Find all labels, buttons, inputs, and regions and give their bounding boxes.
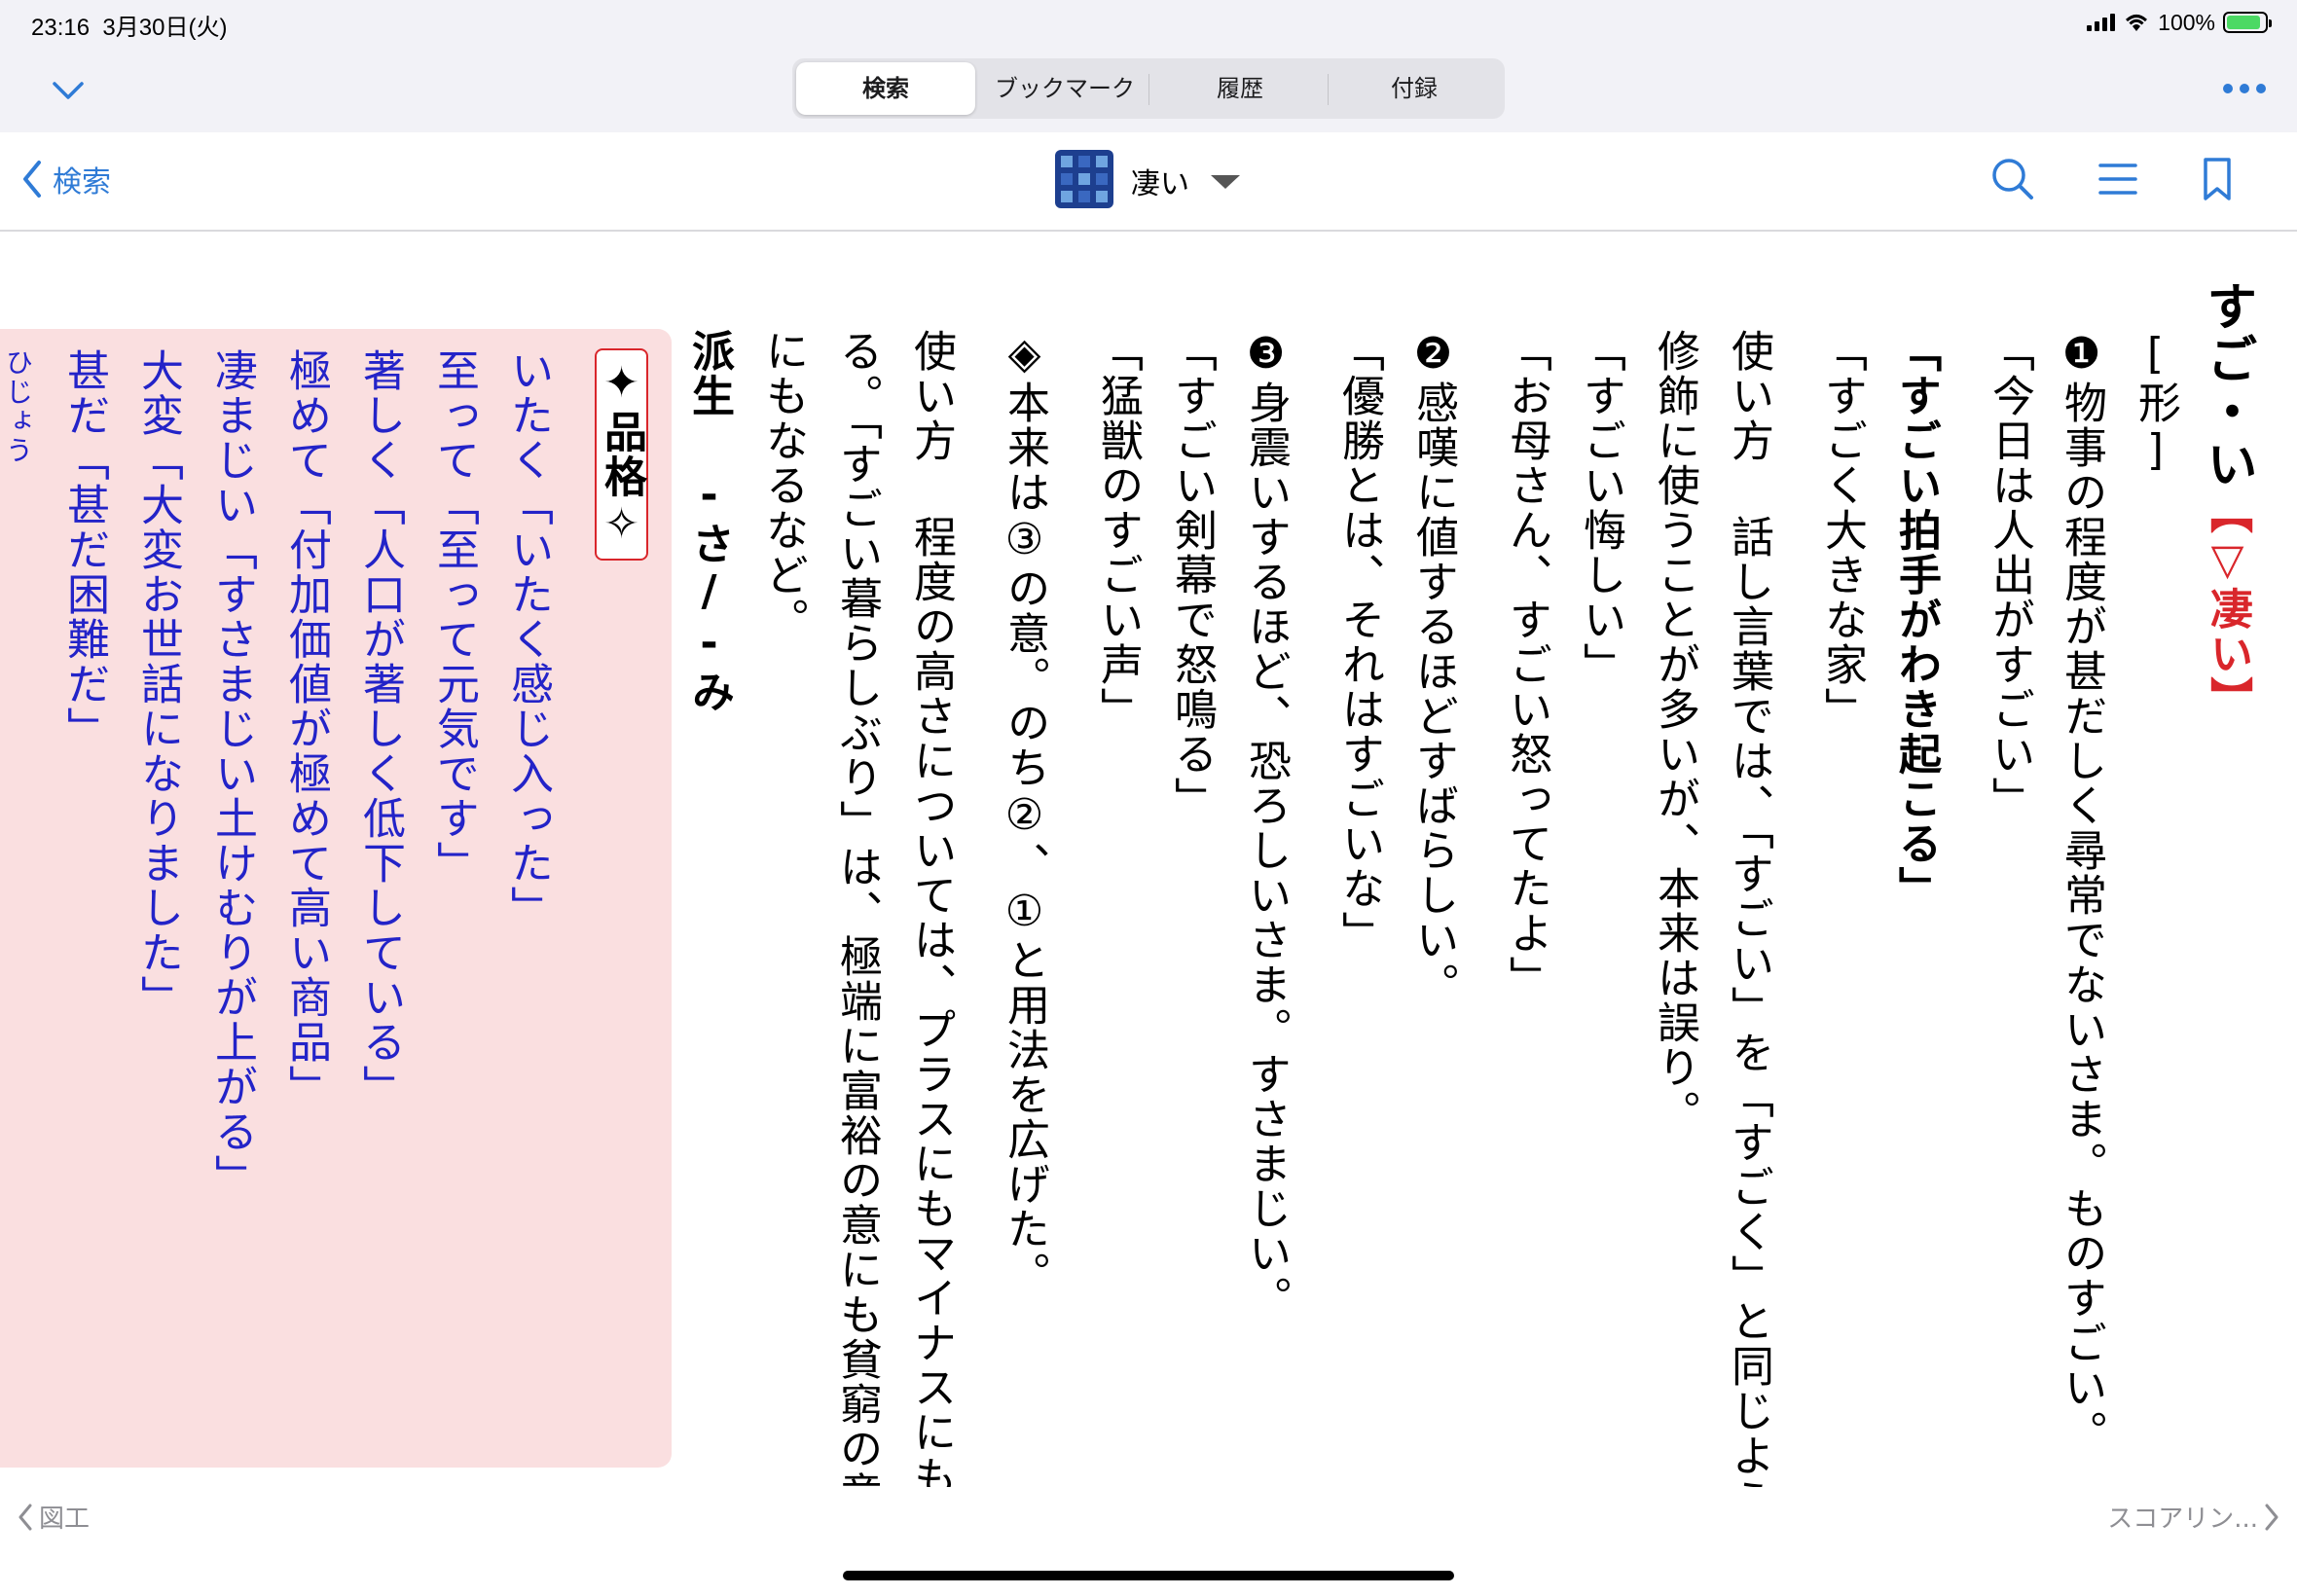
hinkaku-item[interactable]: 大変「大変お世話になりました」 <box>121 348 195 1020</box>
example: 「すごい悔しい」 <box>1576 329 1625 687</box>
hinkaku-item[interactable]: ひじょう <box>0 348 55 465</box>
cellular-icon <box>2087 14 2116 31</box>
example: 「お母さん、すごい怒ってたよ」 <box>1502 329 1551 1000</box>
battery-icon <box>2223 12 2272 33</box>
segment-divider <box>1148 74 1149 105</box>
hinkaku-item[interactable]: 著しく「人口が著しく低下している」 <box>343 348 417 1109</box>
example: 「すごい拍手がわき起こる」 <box>1891 329 1941 911</box>
headword: すご・い【▽凄い】 <box>2198 280 2256 721</box>
example: 「すごく大きな家」 <box>1817 329 1867 732</box>
tab-search[interactable]: 検索 <box>796 62 975 115</box>
chevron-right-icon <box>2265 1504 2279 1530</box>
back-label: 検索 <box>53 165 111 200</box>
list-icon[interactable] <box>2091 152 2145 206</box>
usage-note-cont: 修飾に使うことが多いが、本来は誤り。 <box>1650 329 1699 1135</box>
entry-content: すご・い【▽凄い】 [形] ❶物事の程度が甚だしく尋常でないさま。ものすごい。 … <box>0 232 2297 1487</box>
usage-note: 使い方 程度の高さについては、プラスにもマイナスにも評価す <box>906 329 956 1487</box>
top-toolbar: 検索 ブックマーク 履歴 付録 <box>0 49 2297 132</box>
status-indicators: 100% <box>2087 8 2272 37</box>
prev-entry-link[interactable]: 図工 <box>18 1499 90 1535</box>
sense-3: ❸身震いするほど、恐ろしいさま。すさまじい。 <box>1241 329 1291 1321</box>
tab-history[interactable]: 履歴 <box>1152 62 1328 115</box>
chevron-left-icon <box>18 1504 32 1530</box>
hinkaku-item[interactable]: いたく「いたく感じ入った」 <box>491 348 565 930</box>
hinkaku-item[interactable]: 甚だ「甚だ困難だ」 <box>47 348 121 751</box>
prev-entry-label: 図工 <box>39 1505 91 1534</box>
headword-kanji: 【▽凄い】 <box>2203 490 2252 721</box>
sense-2: ❷感嘆に値するほどすばらしい。 <box>1408 329 1458 1007</box>
tab-bookmark[interactable]: ブックマーク <box>977 62 1152 115</box>
wifi-icon <box>2126 15 2148 31</box>
chevron-left-icon <box>23 161 41 198</box>
search-icon[interactable] <box>1986 152 2040 206</box>
example: 「すごい剣幕で怒鳴る」 <box>1167 329 1217 821</box>
example: 「優勝とは、それはすごいな」 <box>1334 329 1384 956</box>
status-bar: 23:16 3月30日(火) 100% <box>0 0 2297 49</box>
hinkaku-item[interactable]: 至って「至って元気です」 <box>417 348 491 886</box>
dictionary-logo-icon[interactable] <box>1055 150 1113 208</box>
entry-title: 凄い <box>1131 167 1189 201</box>
hinkaku-item[interactable]: 極めて「付加価値が極めて高い商品」 <box>269 348 343 1109</box>
example: 「猛獣のすごい声」 <box>1093 329 1143 732</box>
more-icon[interactable] <box>2223 84 2266 93</box>
home-indicator[interactable] <box>843 1571 1454 1580</box>
tab-appendix[interactable]: 付録 <box>1328 62 1501 115</box>
chevron-down-icon[interactable] <box>51 72 86 107</box>
example: 「今日は人出がすごい」 <box>1985 329 2034 821</box>
nav-bar: 検索 凄い <box>0 132 2297 232</box>
next-entry-link[interactable]: スコアリン... <box>2107 1499 2279 1535</box>
hinkaku-item[interactable]: 凄まじい「すさまじい土けむりが上がる」 <box>195 348 269 1199</box>
hinkaku-title[interactable]: ✦品格✧ <box>584 348 658 561</box>
segmented-control: 検索 ブックマーク 履歴 付録 <box>792 58 1505 119</box>
usage-note-cont: る。「すごい暮らしぶり」は、極端に富裕の意にも貧窮の意 <box>832 329 882 1487</box>
sense-1: ❶物事の程度が甚だしく尋常でないさま。ものすごい。 <box>2057 329 2106 1455</box>
derivative: 派生 -さ/-み <box>684 329 734 714</box>
back-button[interactable]: 検索 <box>21 158 111 200</box>
part-of-speech: [形] <box>2131 329 2180 477</box>
status-time: 23:16 3月30日(火) <box>31 15 228 41</box>
next-entry-label: スコアリン... <box>2107 1505 2258 1534</box>
origin-note: ◈本来は③の意。のち②、①と用法を広げた。 <box>1000 329 1049 1296</box>
usage-note: 使い方 話し言葉では、「すごい」を「すごく」と同じように連用 <box>1724 329 1773 1487</box>
usage-note-cont: にもなるなど。 <box>758 329 808 642</box>
battery-percent: 100% <box>2158 9 2215 35</box>
bookmark-icon[interactable] <box>2190 152 2244 206</box>
title-dropdown-icon[interactable] <box>1211 175 1240 189</box>
